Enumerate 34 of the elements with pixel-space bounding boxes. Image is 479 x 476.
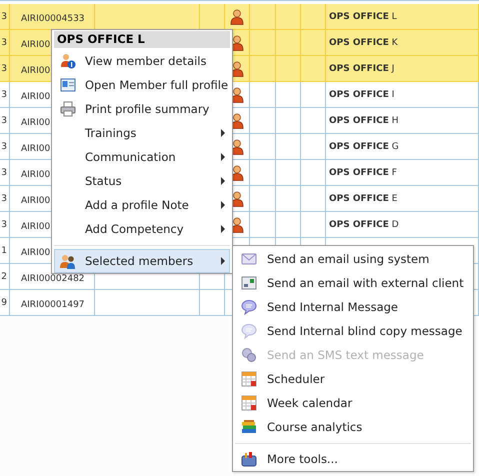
table-cell: 3 [1, 90, 7, 100]
table-cell: 3 [1, 64, 7, 74]
member-name: OPS OFFICE I [329, 90, 394, 100]
member-id: AIRI00 [21, 170, 50, 180]
table-cell: 3 [1, 38, 7, 48]
table-cell: 3 [1, 142, 7, 152]
table-cell: 3 [1, 168, 7, 178]
menu-title: OPS OFFICE L [54, 31, 230, 48]
member-id: AIRI00 [21, 92, 50, 102]
member-name: OPS OFFICE F [329, 168, 397, 178]
member-name: OPS OFFICE E [329, 194, 398, 204]
table-cell: 3 [1, 12, 7, 22]
member-id: AIRI00004533 [21, 14, 85, 24]
member-name: OPS OFFICE H [329, 116, 399, 126]
table-cell: 1 [1, 246, 7, 256]
table-cell: 2 [1, 272, 7, 282]
member-name: OPS OFFICE J [329, 64, 394, 74]
member-id: AIRI00001497 [21, 300, 85, 310]
member-id: AIRI00 [21, 66, 50, 76]
member-name: OPS OFFICE D [329, 220, 399, 230]
member-id: AIRI00 [21, 248, 50, 258]
member-id: AIRI00 [21, 196, 50, 206]
member-id: AIRI00 [21, 222, 50, 232]
member-id: AIRI00002482 [21, 274, 85, 284]
member-id: AIRI00 [21, 144, 50, 154]
table-cell: 3 [1, 194, 7, 204]
member-id: AIRI00 [21, 118, 50, 128]
member-name: OPS OFFICE K [329, 38, 398, 48]
member-name: OPS OFFICE G [329, 142, 399, 152]
table-cell: 3 [1, 220, 7, 230]
table-cell: 3 [1, 116, 7, 126]
member-name: OPS OFFICE L [329, 12, 397, 22]
table-cell: 9 [1, 298, 7, 308]
member-id: AIRI00 [21, 40, 50, 50]
